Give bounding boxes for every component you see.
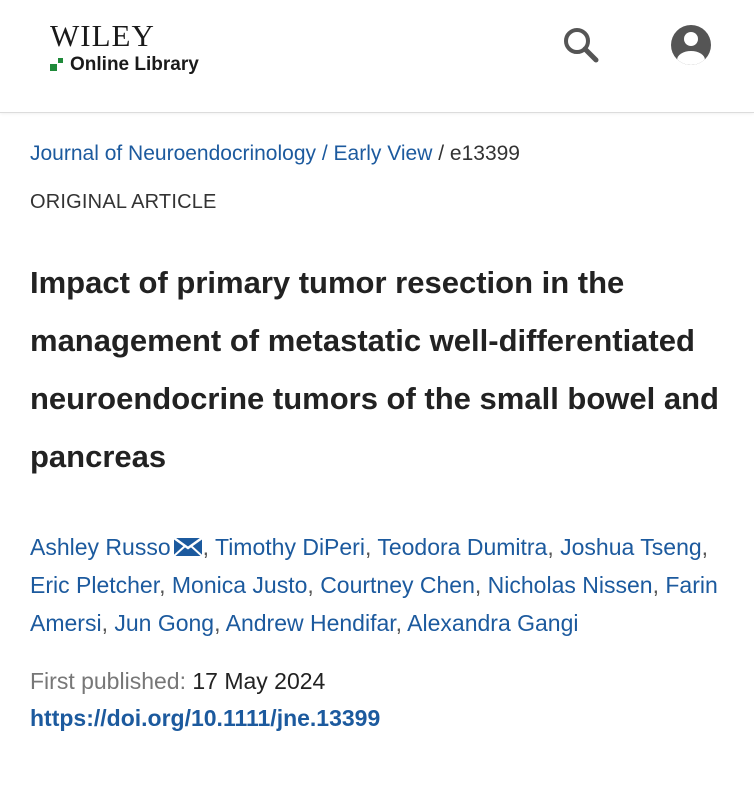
breadcrumb-early-view-link[interactable]: Early View: [334, 142, 433, 165]
search-icon: [564, 28, 599, 63]
search-button[interactable]: [558, 22, 604, 68]
author-link[interactable]: Jun Gong: [114, 610, 214, 636]
author-link[interactable]: Eric Pletcher: [30, 572, 159, 598]
author-list: Ashley Russo, Timothy DiPeri, Teodora Du…: [30, 534, 718, 636]
breadcrumb-separator: /: [438, 142, 445, 165]
account-button[interactable]: [668, 22, 714, 68]
author-link[interactable]: Teodora Dumitra: [377, 534, 547, 560]
account-circle-icon: [671, 25, 711, 65]
article-type: ORIGINAL ARTICLE: [30, 191, 217, 213]
logo-subbrand: Online Library: [70, 54, 199, 75]
author-link[interactable]: Andrew Hendifar: [226, 610, 396, 636]
logo-subtitle: Online Library: [50, 54, 199, 76]
published-date: 17 May 2024: [192, 668, 326, 694]
logo-mark-icon: [50, 58, 66, 72]
wiley-online-library-logo[interactable]: WILEY Online Library: [50, 20, 199, 76]
author-link[interactable]: Ashley Russo: [30, 534, 171, 560]
author-link[interactable]: Joshua Tseng: [560, 534, 702, 560]
site-header: WILEY Online Library: [0, 0, 754, 113]
publication-date: First published: 17 May 2024: [30, 668, 724, 695]
article-id: e13399: [449, 142, 520, 165]
published-label: First published:: [30, 668, 186, 694]
envelope-icon[interactable]: [172, 537, 203, 557]
logo-brand: WILEY: [50, 18, 155, 53]
breadcrumb: Journal of Neuroendocrinology / Early Vi…: [30, 141, 724, 167]
author-link[interactable]: Monica Justo: [172, 572, 308, 598]
author-link[interactable]: Alexandra Gangi: [407, 610, 578, 636]
author-link[interactable]: Timothy DiPeri: [215, 534, 365, 560]
breadcrumb-journal-link[interactable]: Journal of Neuroendocrinology: [30, 142, 316, 165]
author-link[interactable]: Nicholas Nissen: [488, 572, 653, 598]
article-title: Impact of primary tumor resection in the…: [30, 265, 719, 474]
author-link[interactable]: Courtney Chen: [320, 572, 475, 598]
doi-link[interactable]: https://doi.org/10.1111/jne.13399: [30, 705, 724, 732]
breadcrumb-separator: /: [321, 142, 328, 165]
